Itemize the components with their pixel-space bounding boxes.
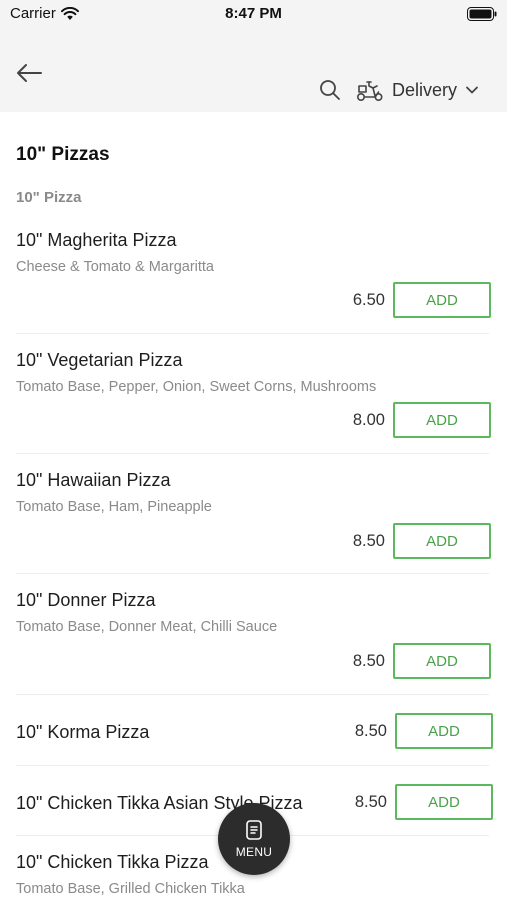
item-price: 6.50	[352, 290, 385, 309]
add-button[interactable]: ADD	[395, 713, 493, 749]
menu-item[interactable]: 10" Hawaiian Pizza Tomato Base, Ham, Pin…	[16, 470, 491, 559]
price-row: 8.50 ADD	[355, 784, 493, 820]
menu-item[interactable]: 10" Donner Pizza Tomato Base, Donner Mea…	[16, 590, 491, 679]
item-name: 10" Donner Pizza	[16, 590, 156, 610]
clock: 8:47 PM	[225, 5, 282, 22]
item-price: 8.50	[352, 651, 385, 670]
price-row: 6.50 ADD	[353, 282, 491, 318]
price-row: 8.50 ADD	[353, 643, 491, 679]
item-description: Tomato Base, Grilled Chicken Tikka	[16, 881, 245, 897]
divider	[16, 333, 489, 334]
top-nav-bar: Delivery	[0, 30, 507, 112]
item-price: 8.50	[352, 531, 385, 550]
add-button[interactable]: ADD	[393, 523, 491, 559]
menu-item[interactable]: 10" Magherita Pizza Cheese & Tomato & Ma…	[16, 230, 491, 318]
menu-fab-label: MENU	[235, 845, 273, 859]
menu-icon	[246, 820, 262, 840]
delivery-label: Delivery	[392, 79, 458, 100]
item-description: Cheese & Tomato & Margaritta	[16, 259, 214, 275]
menu-item[interactable]: 10" Vegetarian Pizza Tomato Base, Pepper…	[16, 350, 491, 438]
item-name: 10" Hawaiian Pizza	[16, 470, 171, 490]
battery-icon	[467, 7, 497, 21]
add-button[interactable]: ADD	[393, 282, 491, 318]
menu-item[interactable]: 10" Korma Pizza 8.50 ADD	[16, 712, 493, 752]
menu-fab-button[interactable]: MENU	[218, 803, 290, 875]
item-price: 8.50	[354, 721, 387, 740]
divider	[16, 573, 489, 574]
item-price: 8.00	[352, 410, 385, 429]
divider	[16, 453, 489, 454]
item-description: Tomato Base, Pepper, Onion, Sweet Corns,…	[16, 379, 377, 395]
price-row: 8.50 ADD	[353, 523, 491, 559]
chevron-down-icon	[466, 86, 478, 94]
item-description: Tomato Base, Donner Meat, Chilli Sauce	[16, 619, 278, 635]
item-name: 10" Korma Pizza	[16, 722, 150, 742]
price-row: 8.50 ADD	[355, 713, 493, 749]
add-button[interactable]: ADD	[395, 784, 493, 820]
price-row: 8.00 ADD	[353, 402, 491, 438]
status-bar: Carrier 8:47 PM	[0, 0, 507, 30]
item-price: 8.50	[354, 792, 387, 811]
add-button[interactable]: ADD	[393, 643, 491, 679]
back-arrow-icon	[17, 64, 42, 82]
item-name: 10" Magherita Pizza	[16, 230, 177, 250]
scooter-icon	[356, 81, 383, 102]
item-name: 10" Vegetarian Pizza	[16, 350, 183, 370]
back-button[interactable]	[12, 56, 46, 90]
delivery-mode-selector[interactable]: Delivery	[356, 74, 479, 106]
section-title: 10" Pizzas	[16, 144, 110, 165]
add-button[interactable]: ADD	[393, 402, 491, 438]
divider	[16, 694, 489, 695]
category-label: 10" Pizza	[16, 189, 82, 206]
search-button[interactable]	[316, 76, 344, 104]
search-icon	[320, 80, 340, 100]
divider	[16, 765, 489, 766]
item-description: Tomato Base, Ham, Pineapple	[16, 499, 212, 515]
